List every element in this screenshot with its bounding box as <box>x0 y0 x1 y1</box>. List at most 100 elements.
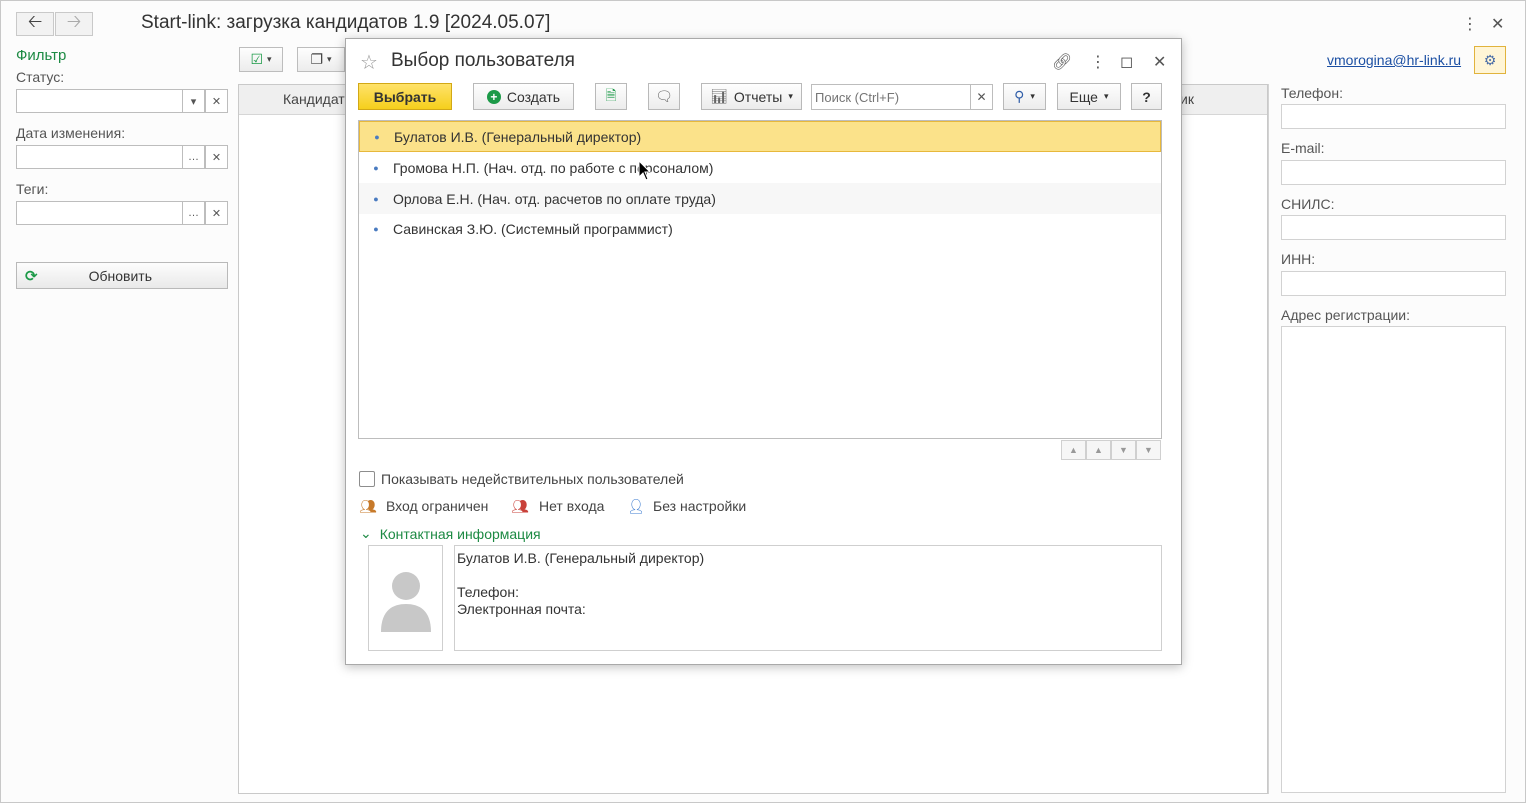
scroll-down-button[interactable]: ▼ <box>1111 440 1136 460</box>
column-candidate[interactable]: Кандидат <box>283 91 345 107</box>
tags-clear-button[interactable]: ✕ <box>205 201 228 225</box>
user-row-selected[interactable]: ● Булатов И.В. (Генеральный директор) <box>359 121 1161 152</box>
comment-icon: 🗨︎ <box>655 88 673 104</box>
reports-label: Отчеты <box>733 88 783 105</box>
phone-label: Телефон: <box>1281 85 1343 101</box>
create-copy-button[interactable]: 🗎︎ <box>595 83 627 110</box>
caret-down-icon: ▾ <box>267 54 272 64</box>
show-invalid-checkbox[interactable] <box>359 471 375 487</box>
address-label: Адрес регистрации: <box>1281 307 1411 323</box>
status-dropdown-button[interactable]: ▾ <box>182 89 205 113</box>
more-vert-icon[interactable]: ⋮ <box>1462 14 1478 34</box>
maximize-icon[interactable]: ◻ <box>1120 52 1133 72</box>
link-icon[interactable]: 🔗︎ <box>1052 52 1072 72</box>
report-icon: 📊︎ <box>710 88 728 104</box>
phone-field[interactable] <box>1281 104 1506 129</box>
user-settings-button[interactable]: ⚙ <box>1474 46 1506 74</box>
favorite-star-icon[interactable]: ☆ <box>360 50 378 75</box>
no-setup-icon: 👤︎ <box>627 498 645 514</box>
select-button[interactable]: Выбрать <box>358 83 452 110</box>
tags-label: Теги: <box>16 181 49 197</box>
user-name: Булатов И.В. (Генеральный директор) <box>394 128 642 145</box>
close-icon[interactable]: ✕ <box>1491 14 1504 34</box>
document-add-icon: 🗎︎ <box>605 86 617 103</box>
clear-icon: ✕ <box>211 151 222 164</box>
panel-divider <box>1268 84 1269 794</box>
user-photo <box>368 545 443 651</box>
comment-button[interactable]: 🗨︎ <box>648 83 680 110</box>
login-restricted-icon: 👥︎ <box>359 498 377 514</box>
user-row[interactable]: ● Громова Н.П. (Нач. отд. по работе с пе… <box>359 152 1161 183</box>
user-icon: ● <box>373 162 379 173</box>
tags-select-button[interactable]: … <box>182 201 205 225</box>
mark-button[interactable]: ☑ ▾ <box>239 47 283 72</box>
no-login-icon: 👥︎ <box>511 498 529 514</box>
contact-email-label: Электронная почта: <box>457 601 586 617</box>
search-input[interactable] <box>811 84 971 110</box>
reports-button[interactable]: 📊︎ Отчеты ▾ <box>701 83 802 110</box>
chevron-down-icon: ⌄ <box>360 525 372 541</box>
contact-info-box: Булатов И.В. (Генеральный директор) Теле… <box>454 545 1162 651</box>
legend-restricted: Вход ограничен <box>386 498 489 514</box>
dialog-close-icon[interactable]: ✕ <box>1153 52 1166 72</box>
user-email-link[interactable]: vmorogina@hr-link.ru <box>1327 52 1461 68</box>
refresh-icon: ⟳ <box>25 267 38 285</box>
help-button[interactable]: ? <box>1131 83 1162 110</box>
caret-down-icon: ▾ <box>1103 91 1109 101</box>
caret-down-icon: ▾ <box>190 95 197 108</box>
user-name: Орлова Е.Н. (Нач. отд. расчетов по оплат… <box>393 190 716 207</box>
back-button[interactable]: 🡠 <box>16 11 54 36</box>
contact-name: Булатов И.В. (Генеральный директор) <box>457 550 705 566</box>
email-field[interactable] <box>1281 160 1506 185</box>
refresh-button[interactable]: ⟳ Обновить <box>16 262 228 289</box>
arrow-right-icon: 🡢 <box>66 11 82 31</box>
date-select-button[interactable]: … <box>182 145 205 169</box>
more-vert-icon[interactable]: ⋮ <box>1090 52 1106 72</box>
status-clear-button[interactable]: ✕ <box>205 89 228 113</box>
avatar-placeholder-icon <box>381 572 431 632</box>
column-ik[interactable]: ик <box>1180 91 1194 107</box>
user-card-icon: ⚙ <box>1483 51 1497 68</box>
mouse-cursor-icon <box>638 160 652 181</box>
user-row[interactable]: ● Савинская З.Ю. (Системный программист) <box>359 213 1161 244</box>
date-input[interactable] <box>16 145 183 169</box>
inn-field[interactable] <box>1281 271 1506 296</box>
search-icon: ⚲ <box>1014 88 1025 104</box>
scroll-up-button[interactable]: ▲ <box>1086 440 1111 460</box>
arrow-left-icon: 🡠 <box>27 11 43 31</box>
up-icon: ▲ <box>1094 445 1103 455</box>
ellipsis-icon: … <box>188 207 199 219</box>
copy-button[interactable]: ❐ ▾ <box>297 47 345 72</box>
scroll-top-button[interactable]: ▲ <box>1061 440 1086 460</box>
caret-down-icon: ▾ <box>1030 91 1035 101</box>
more-button[interactable]: Еще ▾ <box>1057 83 1121 110</box>
clear-icon: ✕ <box>976 90 987 104</box>
search-clear-button[interactable]: ✕ <box>970 84 993 110</box>
create-label: Создать <box>506 88 561 105</box>
contact-phone-label: Телефон: <box>457 584 519 600</box>
user-icon: ● <box>373 193 379 204</box>
forward-button[interactable]: 🡢 <box>55 11 93 36</box>
user-icon: ● <box>374 131 380 142</box>
contact-info-toggle[interactable]: ⌄ Контактная информация <box>360 525 541 542</box>
inn-label: ИНН: <box>1281 251 1316 267</box>
search-options-button[interactable]: ⚲ ▾ <box>1003 83 1046 110</box>
app-title: Start-link: загрузка кандидатов 1.9 [202… <box>141 12 551 33</box>
address-field[interactable] <box>1281 326 1506 793</box>
status-label: Статус: <box>16 69 65 85</box>
status-input[interactable] <box>16 89 183 113</box>
tags-input[interactable] <box>16 201 183 225</box>
scroll-bottom-button[interactable]: ▼ <box>1136 440 1161 460</box>
legend-no-login: Нет входа <box>539 498 605 514</box>
plus-circle-icon: + <box>486 89 501 104</box>
refresh-label: Обновить <box>88 267 152 284</box>
date-clear-button[interactable]: ✕ <box>205 145 228 169</box>
checklist-icon: ☑ <box>250 51 264 67</box>
create-button[interactable]: + Создать <box>473 83 574 110</box>
snils-label: СНИЛС: <box>1281 196 1335 212</box>
user-row[interactable]: ● Орлова Е.Н. (Нач. отд. расчетов по опл… <box>359 183 1161 214</box>
snils-field[interactable] <box>1281 215 1506 240</box>
date-label: Дата изменения: <box>16 125 126 141</box>
double-up-icon: ▲ <box>1069 445 1078 455</box>
caret-down-icon: ▾ <box>327 54 332 64</box>
